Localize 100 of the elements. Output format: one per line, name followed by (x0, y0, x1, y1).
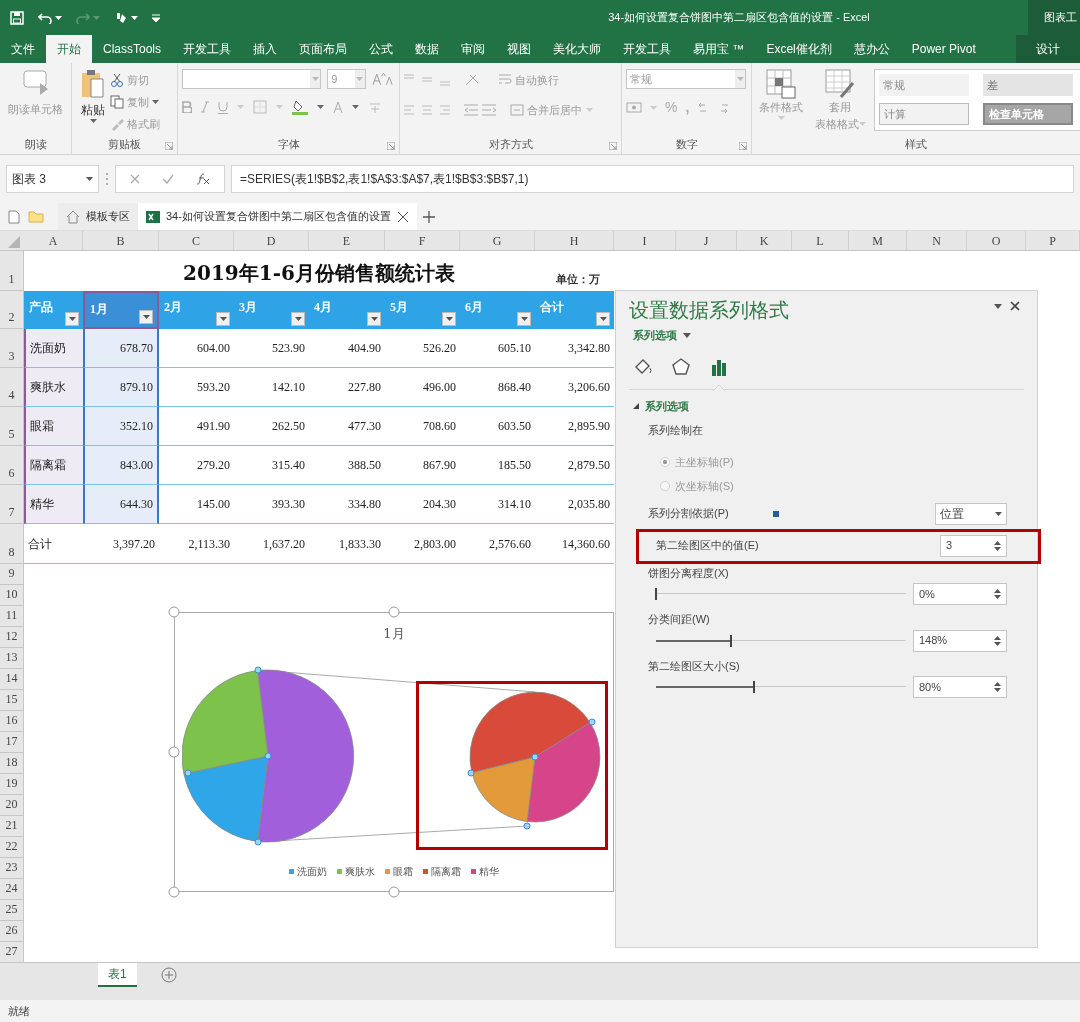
pentagon-icon[interactable] (671, 356, 691, 377)
row-header[interactable]: 5 (0, 407, 24, 446)
slider-track[interactable] (656, 681, 906, 693)
filter-button[interactable] (442, 312, 456, 326)
bold-icon[interactable] (182, 101, 192, 113)
column-header[interactable]: F (385, 231, 460, 250)
conditional-format-icon[interactable] (766, 69, 796, 99)
row-header[interactable]: 24 (0, 879, 24, 900)
row-header[interactable]: 3 (0, 329, 24, 368)
row-header[interactable]: 21 (0, 816, 24, 837)
menu-tab[interactable]: 慧办公 (842, 35, 901, 63)
fill-color-icon[interactable] (292, 99, 308, 115)
resize-handle[interactable] (168, 886, 180, 898)
spin-box[interactable]: 3 (940, 534, 1007, 557)
menu-tab[interactable]: 视图 (496, 35, 543, 63)
row-header[interactable]: 7 (0, 485, 24, 524)
underline-icon[interactable] (218, 100, 228, 114)
filter-button[interactable] (291, 312, 305, 326)
column-header[interactable]: G (460, 231, 535, 250)
launcher-icon[interactable] (609, 142, 617, 150)
launcher-icon[interactable] (739, 142, 747, 150)
column-header[interactable]: P (1026, 231, 1080, 250)
enter-icon[interactable] (162, 174, 174, 184)
filter-button[interactable] (367, 312, 381, 326)
slider-track[interactable] (656, 588, 906, 600)
row-header[interactable]: 1 (0, 251, 24, 291)
clipboard-icon[interactable] (81, 69, 105, 99)
column-header[interactable]: B (83, 231, 159, 250)
document-tab[interactable]: 模板专区 (58, 203, 138, 230)
row-header[interactable]: 27 (0, 942, 24, 963)
close-icon[interactable] (1010, 301, 1020, 311)
column-header[interactable]: H (535, 231, 614, 250)
menu-tab[interactable]: 插入 (242, 35, 289, 63)
menu-tab[interactable]: 公式 (358, 35, 405, 63)
caret-icon[interactable] (683, 332, 691, 338)
formula-field[interactable]: =SERIES(表1!$B$2,表1!$A$3:$A$7,表1!$B$3:$B$7,1) (231, 165, 1074, 193)
row-header[interactable]: 15 (0, 690, 24, 711)
menu-tab[interactable]: ClassTools (92, 35, 173, 63)
row-header[interactable]: 22 (0, 837, 24, 858)
resize-handle[interactable] (168, 606, 180, 618)
indent-icon[interactable] (464, 103, 498, 117)
menu-tab[interactable]: 审阅 (450, 35, 497, 63)
row-header[interactable]: 18 (0, 753, 24, 774)
row-header[interactable]: 20 (0, 795, 24, 816)
spin-box[interactable]: 0% (913, 583, 1007, 605)
resize-handle[interactable] (388, 606, 400, 618)
row-header[interactable]: 26 (0, 921, 24, 942)
column-header[interactable]: N (907, 231, 967, 250)
font-color-icon[interactable] (333, 101, 343, 113)
column-header[interactable]: I (614, 231, 676, 250)
row-header[interactable]: 10 (0, 585, 24, 606)
menu-tab[interactable]: Power Pivot (900, 35, 987, 63)
currency-icon[interactable] (626, 100, 642, 115)
section-header[interactable]: 系列选项 (645, 397, 689, 414)
add-icon[interactable] (422, 210, 435, 223)
column-header[interactable]: K (737, 231, 792, 250)
slider-track[interactable] (656, 634, 906, 647)
speech-bubble-icon[interactable] (21, 69, 50, 97)
expand-icon[interactable] (633, 402, 639, 409)
menu-tab[interactable]: 页面布局 (288, 35, 359, 63)
column-header[interactable]: E (309, 231, 385, 250)
column-header[interactable]: D (234, 231, 309, 250)
new-file-icon[interactable] (8, 209, 20, 224)
row-header[interactable]: 2 (0, 291, 24, 329)
split-by-dropdown[interactable]: 位置 (935, 502, 1007, 525)
row-header[interactable]: 23 (0, 858, 24, 879)
resize-handle[interactable] (388, 886, 400, 898)
document-tab[interactable]: 34-如何设置复合饼图中第二扇区包含值的设置 (138, 203, 417, 230)
filter-button[interactable] (139, 310, 153, 324)
row-header[interactable]: 19 (0, 774, 24, 795)
menu-tab[interactable]: 开发工具 (612, 35, 683, 63)
save-icon[interactable] (10, 10, 24, 25)
chart-area[interactable]: 1月 洗面奶 爽肤水 眼霜 隔离霜 精华 (168, 606, 614, 898)
resize-handle[interactable] (168, 746, 180, 758)
row-header[interactable]: 11 (0, 606, 24, 627)
brush-icon[interactable] (114, 10, 128, 25)
border-icon[interactable] (253, 100, 267, 114)
close-icon[interactable] (396, 210, 409, 223)
grow-font-icon[interactable] (371, 72, 395, 86)
align-top-icon[interactable] (404, 73, 452, 87)
cancel-icon[interactable] (130, 174, 140, 184)
column-header[interactable]: A (24, 231, 83, 250)
folder-icon[interactable] (28, 210, 44, 223)
row-header[interactable]: 4 (0, 368, 24, 407)
filter-button[interactable] (65, 312, 79, 326)
spin-box[interactable]: 80% (913, 676, 1007, 698)
menu-tab[interactable]: 易用宝 ™ (682, 35, 756, 63)
row-header[interactable]: 8 (0, 524, 24, 564)
menu-tab[interactable]: 文件 (0, 35, 46, 63)
name-box[interactable]: 图表 3 (6, 165, 99, 193)
row-header[interactable]: 25 (0, 900, 24, 921)
table-format-icon[interactable] (825, 69, 855, 99)
menu-tab[interactable]: 开始 (46, 35, 92, 63)
filter-button[interactable] (517, 312, 531, 326)
options-menu[interactable]: 系列选项 (633, 327, 677, 344)
filter-button[interactable] (596, 312, 610, 326)
cell-style-item[interactable]: 差 (983, 74, 1073, 96)
redo-icon[interactable] (76, 11, 90, 24)
row-header[interactable]: 12 (0, 627, 24, 648)
more-icon[interactable] (105, 172, 109, 186)
